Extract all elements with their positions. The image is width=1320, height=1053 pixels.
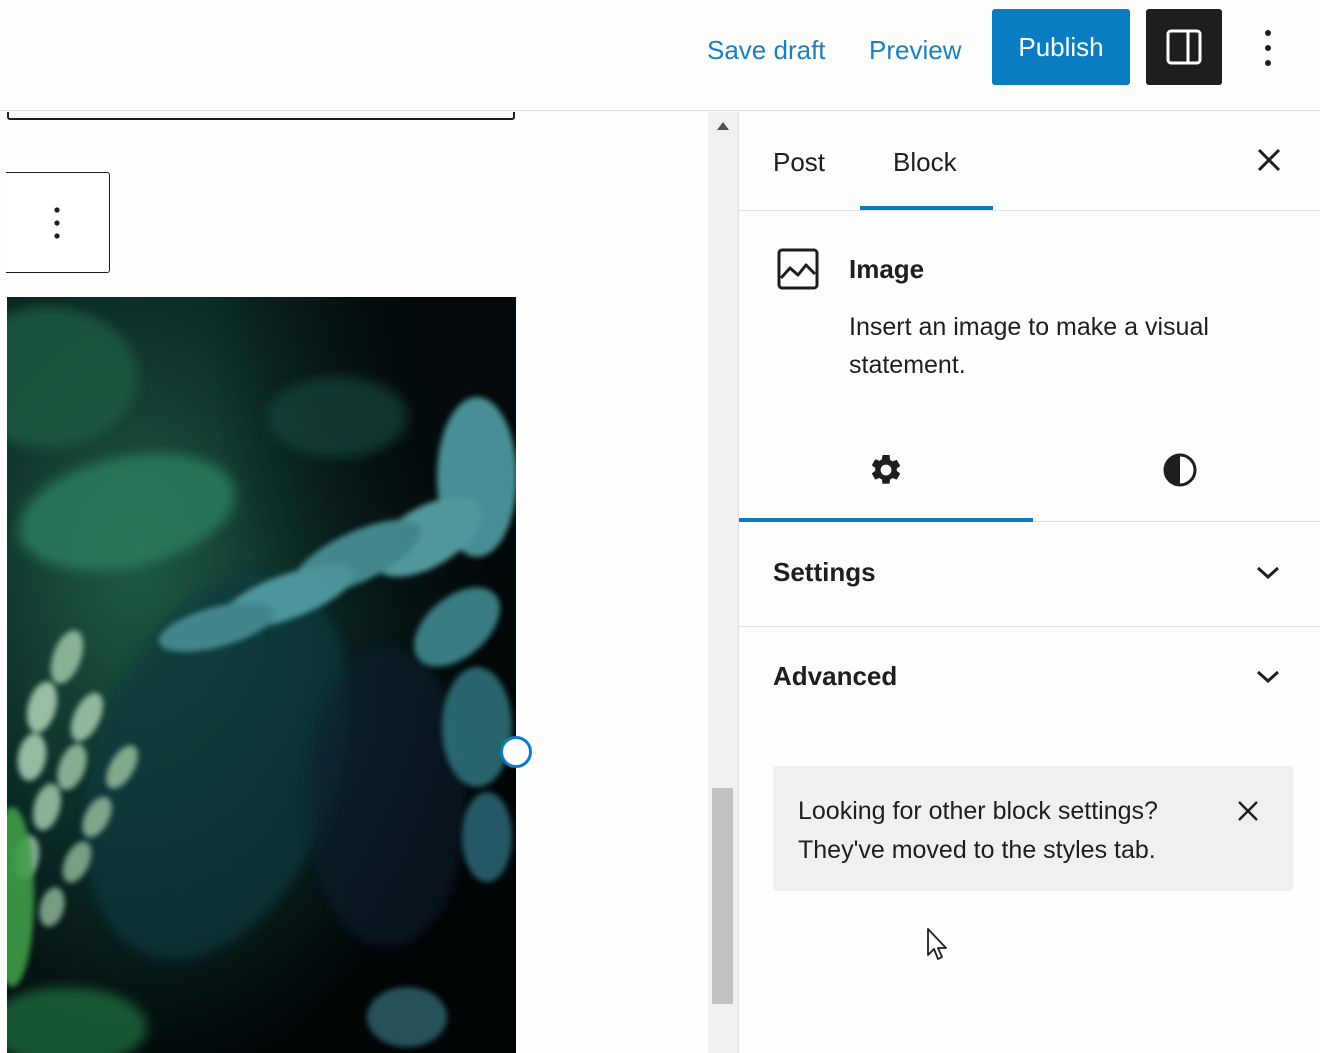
settings-sidebar: Post Block Image Insert an image to make… <box>738 112 1320 1053</box>
vertical-ellipsis-icon <box>54 207 60 239</box>
settings-panel-toggle[interactable]: Settings <box>739 523 1320 627</box>
chevron-down-icon <box>1256 670 1280 684</box>
panel-label-advanced: Advanced <box>773 661 898 691</box>
plant-photo <box>7 297 516 1053</box>
block-card: Image Insert an image to make a visual s… <box>739 212 1320 379</box>
canvas-scrollbar[interactable] <box>708 112 738 1053</box>
tab-styles[interactable] <box>1033 422 1320 520</box>
dismiss-notice-button[interactable] <box>1233 796 1263 826</box>
close-icon <box>1238 801 1258 821</box>
styles-moved-notice: Looking for other block settings? They'v… <box>773 766 1293 891</box>
notice-text: Looking for other block settings? They'v… <box>798 797 1158 864</box>
editor-canvas[interactable] <box>0 112 708 1053</box>
chevron-down-icon <box>1256 566 1280 580</box>
more-options-button[interactable] <box>1250 22 1286 74</box>
image-block[interactable] <box>7 297 516 1053</box>
block-description: Insert an image to make a visual stateme… <box>849 313 1209 379</box>
image-resize-handle[interactable] <box>500 736 532 768</box>
publish-button[interactable]: Publish <box>992 9 1130 85</box>
sidebar-panel-icon <box>1166 29 1202 65</box>
image-icon <box>777 248 819 290</box>
save-draft-button[interactable]: Save draft <box>707 30 826 70</box>
active-tab-indicator <box>860 206 993 210</box>
tab-block[interactable]: Block <box>893 142 957 182</box>
close-icon <box>1257 148 1281 172</box>
previous-block-outline <box>7 112 515 120</box>
close-sidebar-button[interactable] <box>1251 142 1287 178</box>
editor-header: Save draft Preview Publish <box>0 0 1320 111</box>
preview-button[interactable]: Preview <box>869 30 961 70</box>
half-circle-contrast-icon <box>1163 453 1197 487</box>
scroll-up-arrow[interactable] <box>717 122 729 130</box>
gear-icon <box>871 454 901 484</box>
scroll-thumb[interactable] <box>712 788 733 1004</box>
mouse-pointer-icon <box>927 928 947 960</box>
block-toolbar <box>6 172 110 273</box>
tab-settings[interactable] <box>739 422 1033 520</box>
block-inspector-tabs <box>739 422 1320 522</box>
panel-label-settings: Settings <box>773 557 876 587</box>
settings-toggle-button[interactable] <box>1146 9 1222 85</box>
block-options-button[interactable] <box>42 201 72 245</box>
advanced-panel-toggle[interactable]: Advanced <box>739 627 1320 731</box>
block-title: Image <box>849 254 925 284</box>
sidebar-tabs: Post Block <box>739 112 1320 211</box>
tab-post[interactable]: Post <box>773 142 825 182</box>
active-subtab-indicator <box>739 518 1033 522</box>
vertical-ellipsis-icon <box>1265 30 1271 66</box>
